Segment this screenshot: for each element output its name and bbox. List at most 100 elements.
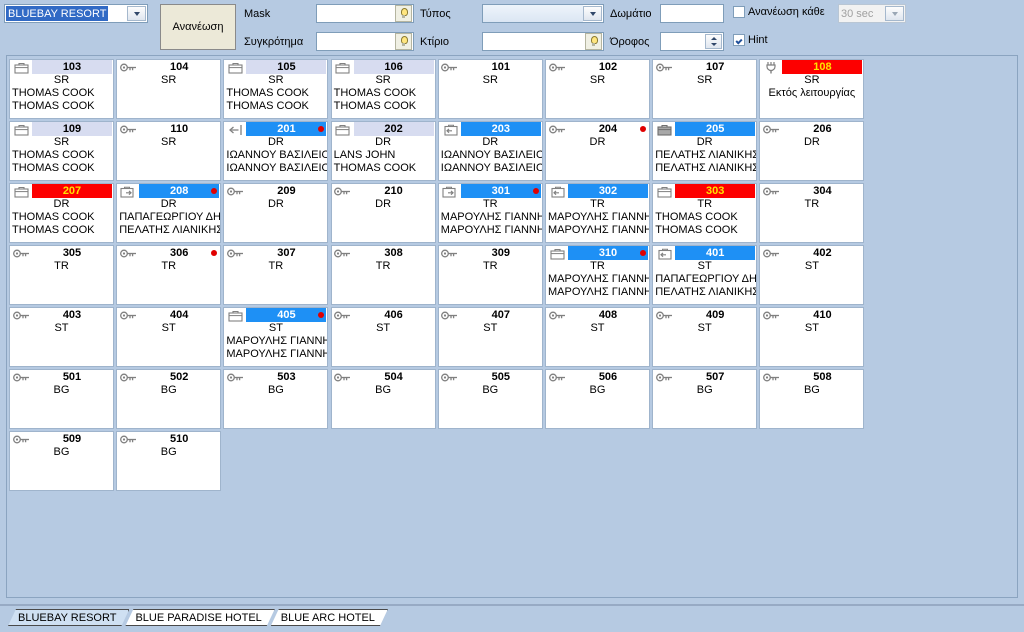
room-card[interactable]: 103 SR THOMAS COOK THOMAS COOK: [9, 59, 114, 119]
hotel-tab-label: BLUE ARC HOTEL: [280, 611, 375, 624]
room-card[interactable]: 402 ST: [759, 245, 865, 305]
room-card[interactable]: 101 SR: [437, 59, 543, 119]
briefcase-checkin-icon: [655, 247, 673, 260]
room-card[interactable]: 301 TR ΜΑΡΟΥΛΗΣ ΓΙΑΝΝΗΣ ΜΑΡΟΥΛΗΣ ΓΙΑΝΝΗΣ: [437, 183, 543, 243]
hotel-tab[interactable]: BLUE ARC HOTEL: [271, 609, 388, 626]
auto-refresh-checkbox[interactable]: Ανανέωση κάθε: [733, 6, 825, 18]
room-card[interactable]: 410 ST: [759, 307, 865, 367]
room-card-header: 207: [10, 184, 113, 198]
room-card[interactable]: 203 DR ΙΩΑΝΝΟΥ ΒΑΣΙΛΕΙΟΣ ΙΩΑΝΝΟΥ ΒΑΣΙΛΕΙΟΣ: [437, 121, 543, 181]
room-card[interactable]: 407 ST: [437, 307, 543, 367]
room-number: 105: [246, 60, 327, 74]
room-card[interactable]: 302 TR ΜΑΡΟΥΛΗΣ ΓΙΑΝΝΗΣ ΜΑΡΟΥΛΗΣ ΓΙΑΝΝΗΣ: [545, 183, 650, 243]
room-card[interactable]: 108 SR Εκτός λειτουργίας: [759, 59, 865, 119]
briefcase-icon: [655, 185, 673, 198]
room-card[interactable]: 206 DR: [759, 121, 865, 181]
room-guest-line-2: [332, 348, 435, 361]
room-card[interactable]: 509 BG: [9, 431, 114, 491]
refresh-interval-select[interactable]: 30 sec: [838, 4, 906, 23]
room-card[interactable]: 109 SR THOMAS COOK THOMAS COOK: [9, 121, 114, 181]
building-field[interactable]: [482, 32, 604, 51]
room-card[interactable]: 201 DR ΙΩΑΝΝΟΥ ΒΑΣΙΛΕΙΟΣ ΙΩΑΝΝΟΥ ΒΑΣΙΛΕΙΟΣ: [223, 121, 329, 181]
room-card[interactable]: 404 ST: [116, 307, 222, 367]
room-card[interactable]: 506 BG: [545, 369, 650, 429]
bulb-icon[interactable]: [395, 33, 412, 50]
room-card[interactable]: 503 BG: [223, 369, 329, 429]
room-card[interactable]: 403 ST: [9, 307, 114, 367]
room-field[interactable]: [660, 4, 724, 23]
room-type: TR: [804, 198, 820, 210]
room-guest-line-2: [760, 224, 863, 237]
hint-checkbox[interactable]: Hint: [733, 34, 768, 46]
room-card[interactable]: 208 DR ΠΑΠΑΓΕΩΡΓΙΟΥ ΔΗΜ ΠΕΛΑΤΗΣ ΛΙΑΝΙΚΗΣ: [116, 183, 222, 243]
key-icon: [655, 61, 673, 74]
room-number: 109: [32, 122, 112, 136]
room-card[interactable]: 406 ST: [330, 307, 436, 367]
chevron-down-icon[interactable]: [885, 6, 904, 21]
room-card[interactable]: 202 DR LANS JOHN THOMAS COOK: [330, 121, 436, 181]
room-number: 507: [706, 371, 725, 383]
room-card[interactable]: 508 BG: [759, 369, 865, 429]
room-card[interactable]: 409 ST: [652, 307, 758, 367]
room-type: ST: [54, 322, 69, 334]
hotel-select[interactable]: BLUEBAY RESORT: [4, 4, 148, 23]
room-card[interactable]: 207 DR THOMAS COOK THOMAS COOK: [9, 183, 114, 243]
room-card[interactable]: 502 BG: [116, 369, 222, 429]
room-card[interactable]: 504 BG: [330, 369, 436, 429]
room-rack-panel[interactable]: 103 SR THOMAS COOK THOMAS COOK 104 SR 105 SR THO…: [6, 55, 1018, 598]
room-card[interactable]: 105 SR THOMAS COOK THOMAS COOK: [223, 59, 329, 119]
room-card[interactable]: 210 DR: [330, 183, 436, 243]
refresh-button[interactable]: Ανανέωση: [160, 4, 236, 50]
key-icon: [12, 309, 30, 322]
refresh-interval-value: 30 sec: [841, 7, 874, 20]
mask-field[interactable]: [316, 4, 414, 23]
room-card[interactable]: 307 TR: [223, 245, 329, 305]
bulb-icon[interactable]: [395, 5, 412, 22]
room-card[interactable]: 505 BG: [437, 369, 543, 429]
room-type: BG: [160, 384, 177, 396]
room-card[interactable]: 106 SR THOMAS COOK THOMAS COOK: [330, 59, 436, 119]
hotel-tab[interactable]: BLUE PARADISE HOTEL: [125, 609, 274, 626]
key-icon: [441, 247, 459, 260]
chevron-down-icon[interactable]: [583, 6, 602, 21]
bulb-icon[interactable]: [585, 33, 602, 50]
room-card[interactable]: 507 BG: [652, 369, 758, 429]
room-card[interactable]: 401 ST ΠΑΠΑΓΕΩΡΓΙΟΥ ΔΗΜ ΠΕΛΑΤΗΣ ΛΙΑΝΙΚΗΣ: [652, 245, 758, 305]
room-type: ST: [697, 260, 712, 272]
room-guest-line-1: [224, 273, 327, 286]
floor-stepper[interactable]: [660, 32, 724, 51]
room-card[interactable]: 308 TR: [330, 245, 436, 305]
chevron-down-icon[interactable]: [127, 6, 146, 21]
room-card[interactable]: 205 DR ΠΕΛΑΤΗΣ ΛΙΑΝΙΚΗΣ ΠΕΛΑΤΗΣ ΛΙΑΝΙΚΗΣ: [652, 121, 758, 181]
room-card[interactable]: 306 TR: [116, 245, 222, 305]
room-card[interactable]: 303 TR THOMAS COOK THOMAS COOK: [652, 183, 758, 243]
room-card[interactable]: 501 BG: [9, 369, 114, 429]
room-card[interactable]: 107 SR: [652, 59, 758, 119]
room-card[interactable]: 310 TR ΜΑΡΟΥΛΗΣ ΓΙΑΝΝΗΣ ΜΑΡΟΥΛΗΣ ΓΙΑΝΝΗΣ: [545, 245, 650, 305]
room-guest-line-1: [546, 397, 649, 410]
room-guest-line-1: [117, 273, 220, 286]
room-number: 409: [706, 309, 725, 321]
room-type: SR: [53, 136, 70, 148]
room-card[interactable]: 110 SR: [116, 121, 222, 181]
hotel-tab[interactable]: BLUEBAY RESORT: [8, 609, 129, 626]
room-guest-line-1: [224, 397, 327, 410]
room-number: 401: [675, 246, 756, 260]
room-card[interactable]: 204 DR: [545, 121, 650, 181]
key-icon: [441, 61, 459, 74]
type-select[interactable]: [482, 4, 604, 23]
room-card[interactable]: 304 TR: [759, 183, 865, 243]
room-card[interactable]: 102 SR: [545, 59, 650, 119]
room-card[interactable]: 104 SR: [116, 59, 222, 119]
room-card[interactable]: 510 BG: [116, 431, 222, 491]
room-guest-line-2: THOMAS COOK: [12, 224, 95, 236]
room-number: 302: [568, 184, 648, 198]
room-card[interactable]: 209 DR: [223, 183, 329, 243]
room-card[interactable]: 309 TR: [437, 245, 543, 305]
room-card[interactable]: 405 ST ΜΑΡΟΥΛΗΣ ΓΙΑΝΝΗΣ ΜΑΡΟΥΛΗΣ ΓΙΑΝΝΗΣ: [223, 307, 329, 367]
complex-field[interactable]: [316, 32, 414, 51]
room-card[interactable]: 305 TR: [9, 245, 114, 305]
stepper-down-icon[interactable]: [706, 42, 721, 49]
room-card-header: 109: [10, 122, 113, 136]
room-card[interactable]: 408 ST: [545, 307, 650, 367]
